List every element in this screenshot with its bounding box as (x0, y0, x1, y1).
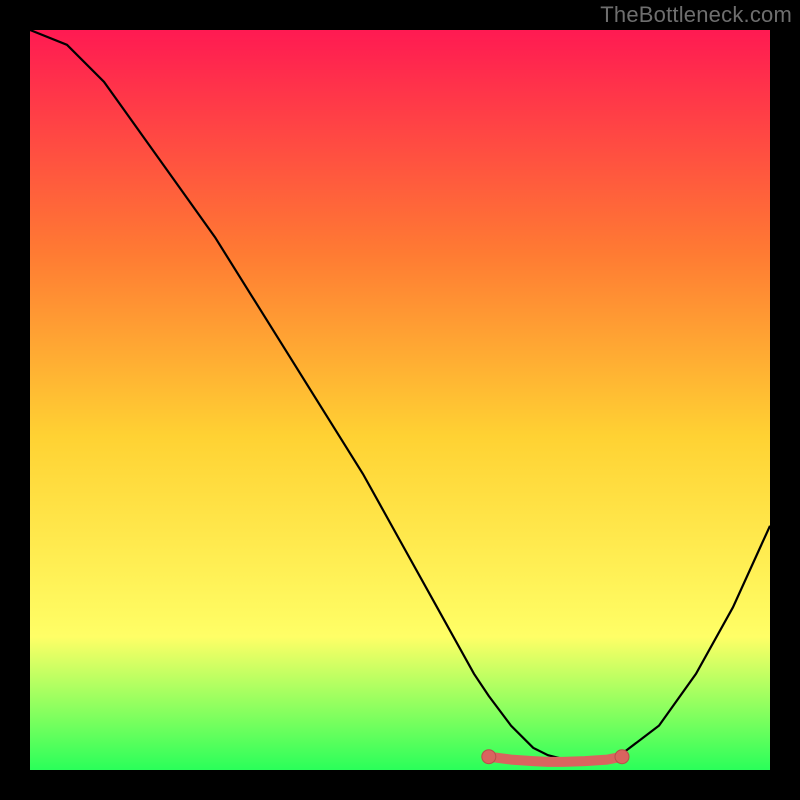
chart-container: { "watermark": "TheBottleneck.com", "col… (0, 0, 800, 800)
gradient-background (30, 30, 770, 770)
chart-plot-area (30, 30, 770, 770)
highlight-band-line (489, 757, 622, 762)
watermark-text: TheBottleneck.com (600, 2, 792, 28)
chart-svg (30, 30, 770, 770)
highlight-dot (482, 750, 496, 764)
highlight-dot (615, 750, 629, 764)
